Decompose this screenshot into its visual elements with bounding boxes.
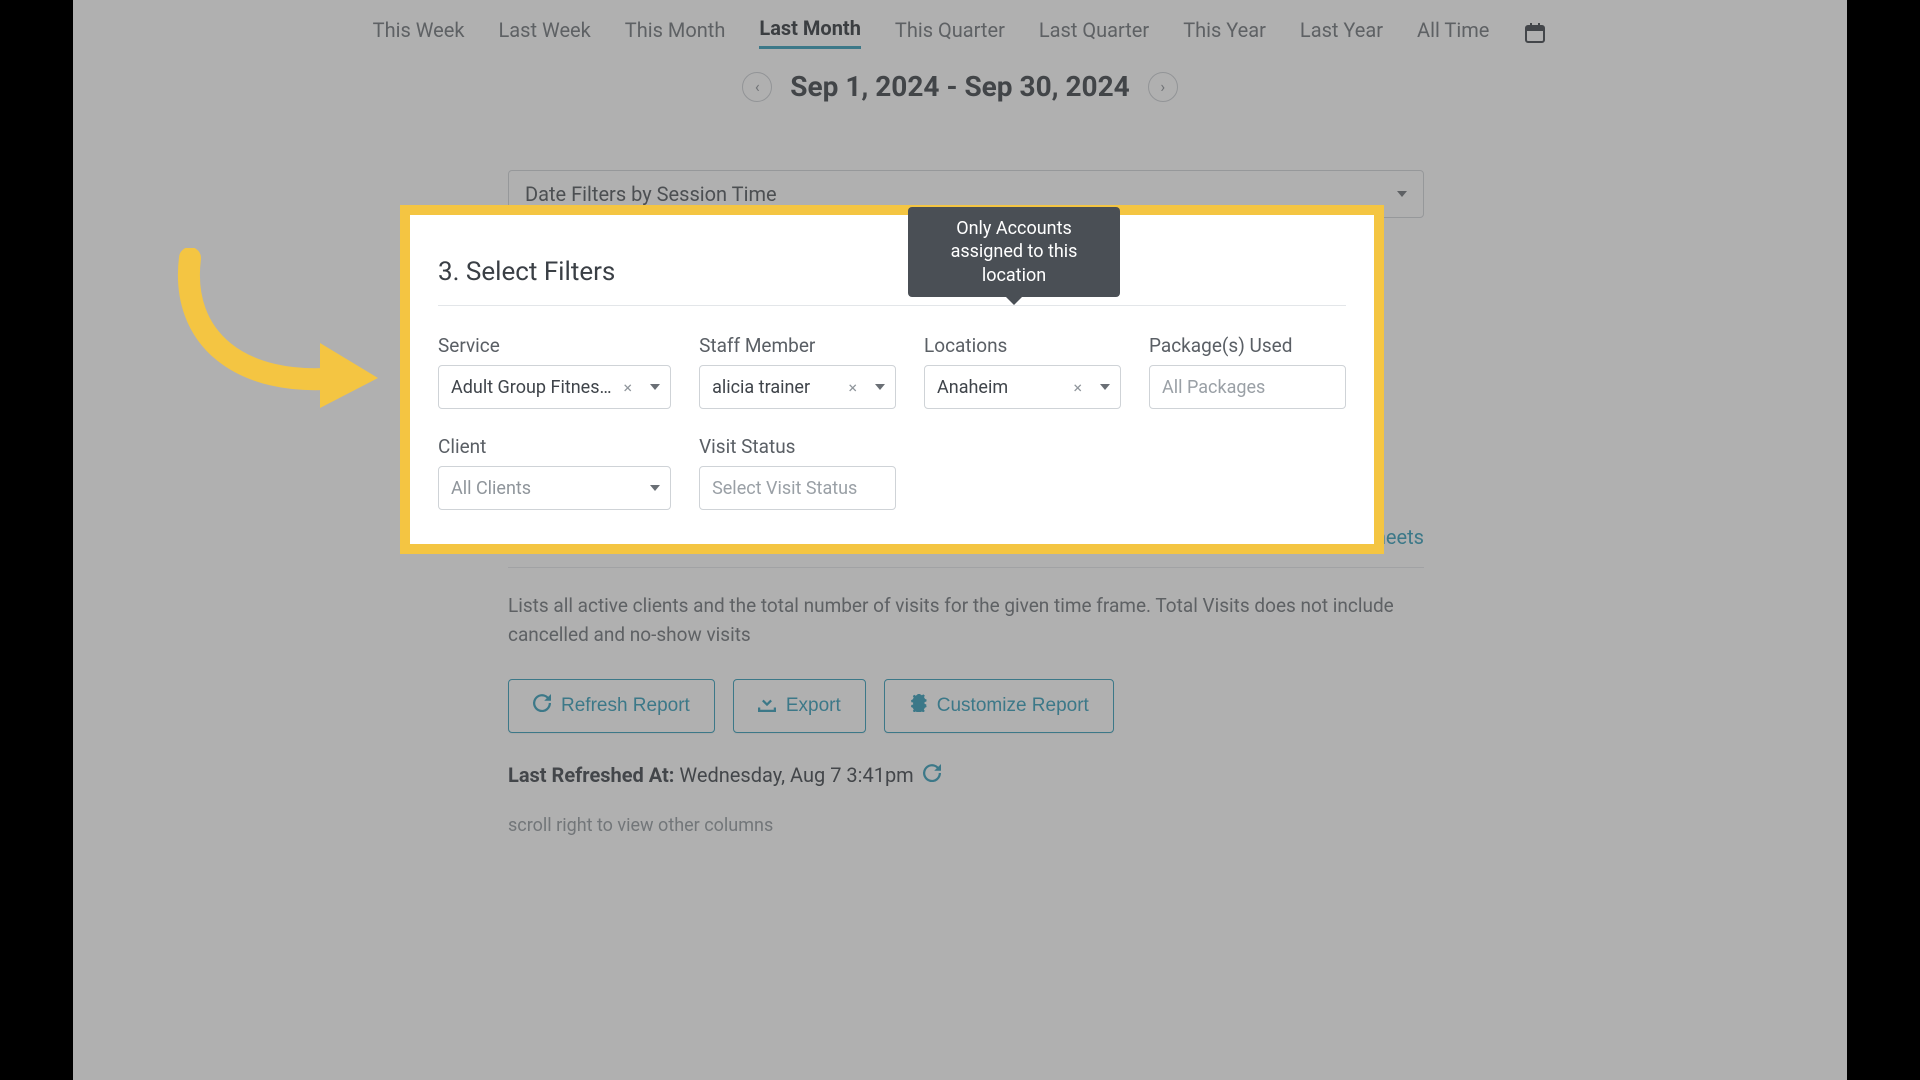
- packages-label: Package(s) Used: [1149, 334, 1346, 357]
- locations-label: Locations: [924, 334, 1121, 357]
- download-icon: [758, 694, 776, 718]
- date-range-heading-row: ‹ Sep 1, 2024 - Sep 30, 2024 ›: [73, 70, 1847, 103]
- filter-visit-status: Visit Status Select Visit Status: [699, 435, 896, 510]
- packages-select[interactable]: All Packages: [1149, 365, 1346, 409]
- filters-highlight-panel: 3. Select Filters Only Accounts assigned…: [400, 205, 1384, 554]
- service-value: Adult Group Fitnes…: [451, 377, 612, 398]
- report-description: Lists all active clients and the total n…: [508, 592, 1424, 649]
- chevron-down-icon: [650, 384, 660, 390]
- date-filter-mode-value: Date Filters by Session Time: [525, 182, 777, 206]
- client-select[interactable]: All Clients: [438, 466, 671, 510]
- visit-status-placeholder: Select Visit Status: [712, 478, 885, 499]
- refresh-icon: [533, 694, 551, 718]
- service-select[interactable]: Adult Group Fitnes… ×: [438, 365, 671, 409]
- clear-staff-icon[interactable]: ×: [845, 378, 862, 397]
- filter-packages: Package(s) Used All Packages: [1149, 334, 1346, 409]
- filters-section-title: 3. Select Filters: [438, 257, 1346, 287]
- divider: [508, 567, 1424, 568]
- refresh-report-button[interactable]: Refresh Report: [508, 679, 715, 733]
- locations-tooltip: Only Accounts assigned to this location: [908, 207, 1120, 297]
- tab-this-year[interactable]: This Year: [1183, 18, 1266, 48]
- tab-all-time[interactable]: All Time: [1417, 18, 1489, 48]
- chevron-down-icon: [1397, 191, 1407, 197]
- next-period-button[interactable]: ›: [1148, 72, 1178, 102]
- clear-service-icon[interactable]: ×: [620, 378, 637, 397]
- filter-service: Service Adult Group Fitnes… ×: [438, 334, 671, 409]
- tab-last-month[interactable]: Last Month: [759, 16, 861, 49]
- tab-last-year[interactable]: Last Year: [1300, 18, 1383, 48]
- date-range-tabs: This Week Last Week This Month Last Mont…: [73, 16, 1847, 49]
- staff-label: Staff Member: [699, 334, 896, 357]
- locations-value: Anaheim: [937, 377, 1061, 398]
- chevron-down-icon: [650, 485, 660, 491]
- tab-last-quarter[interactable]: Last Quarter: [1039, 18, 1149, 48]
- scroll-hint-text: scroll right to view other columns: [508, 815, 1424, 836]
- report-actions-row: Refresh Report Export Customize Report: [508, 679, 1424, 733]
- tab-last-week[interactable]: Last Week: [499, 18, 591, 48]
- divider: [438, 305, 1346, 306]
- report-section: Visit Totals Per Client Import Into Goog…: [508, 520, 1424, 836]
- staff-select[interactable]: alicia trainer ×: [699, 365, 896, 409]
- date-range-label: Sep 1, 2024 - Sep 30, 2024: [790, 70, 1130, 103]
- export-button-label: Export: [786, 695, 841, 717]
- filters-grid: Service Adult Group Fitnes… × Staff Memb…: [438, 334, 1346, 510]
- packages-placeholder: All Packages: [1162, 377, 1335, 398]
- visit-status-label: Visit Status: [699, 435, 896, 458]
- refresh-button-label: Refresh Report: [561, 695, 690, 717]
- filter-staff: Staff Member alicia trainer ×: [699, 334, 896, 409]
- tab-this-month[interactable]: This Month: [625, 18, 726, 48]
- visit-status-select[interactable]: Select Visit Status: [699, 466, 896, 510]
- clear-locations-icon[interactable]: ×: [1069, 378, 1086, 397]
- customize-button-label: Customize Report: [937, 695, 1089, 717]
- staff-value: alicia trainer: [712, 377, 836, 398]
- last-refreshed-value: Wednesday, Aug 7 3:41pm: [679, 763, 913, 787]
- refresh-inline-icon[interactable]: [923, 763, 941, 787]
- client-value: All Clients: [451, 478, 636, 499]
- calendar-icon[interactable]: [1523, 21, 1547, 45]
- prev-period-button[interactable]: ‹: [742, 72, 772, 102]
- filter-client: Client All Clients: [438, 435, 671, 510]
- chevron-down-icon: [1100, 384, 1110, 390]
- client-label: Client: [438, 435, 671, 458]
- export-button[interactable]: Export: [733, 679, 866, 733]
- locations-select[interactable]: Anaheim ×: [924, 365, 1121, 409]
- gear-icon: [909, 694, 927, 718]
- last-refreshed-label: Last Refreshed At:: [508, 763, 674, 787]
- service-label: Service: [438, 334, 671, 357]
- tab-this-quarter[interactable]: This Quarter: [895, 18, 1005, 48]
- chevron-down-icon: [875, 384, 885, 390]
- tab-this-week[interactable]: This Week: [373, 18, 465, 48]
- filter-locations: Locations Anaheim ×: [924, 334, 1121, 409]
- customize-report-button[interactable]: Customize Report: [884, 679, 1114, 733]
- last-refreshed-line: Last Refreshed At: Wednesday, Aug 7 3:41…: [508, 763, 1424, 787]
